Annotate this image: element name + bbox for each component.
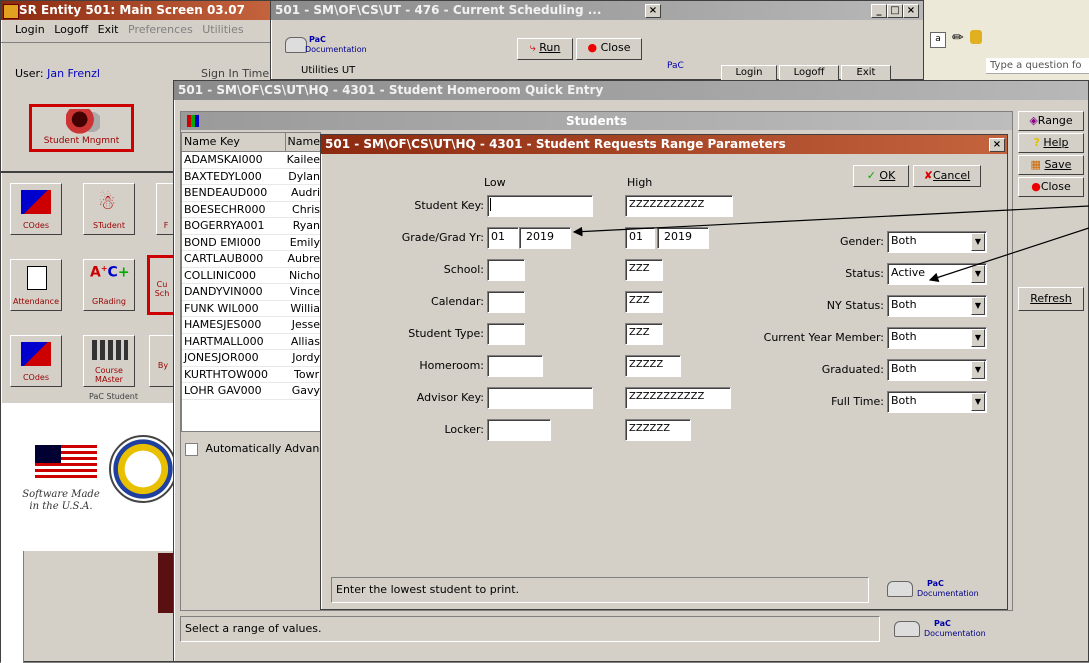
annotation-arrows xyxy=(572,205,1089,282)
arrow-to-grad-year xyxy=(572,205,1089,237)
arrow-to-status xyxy=(928,227,1089,282)
